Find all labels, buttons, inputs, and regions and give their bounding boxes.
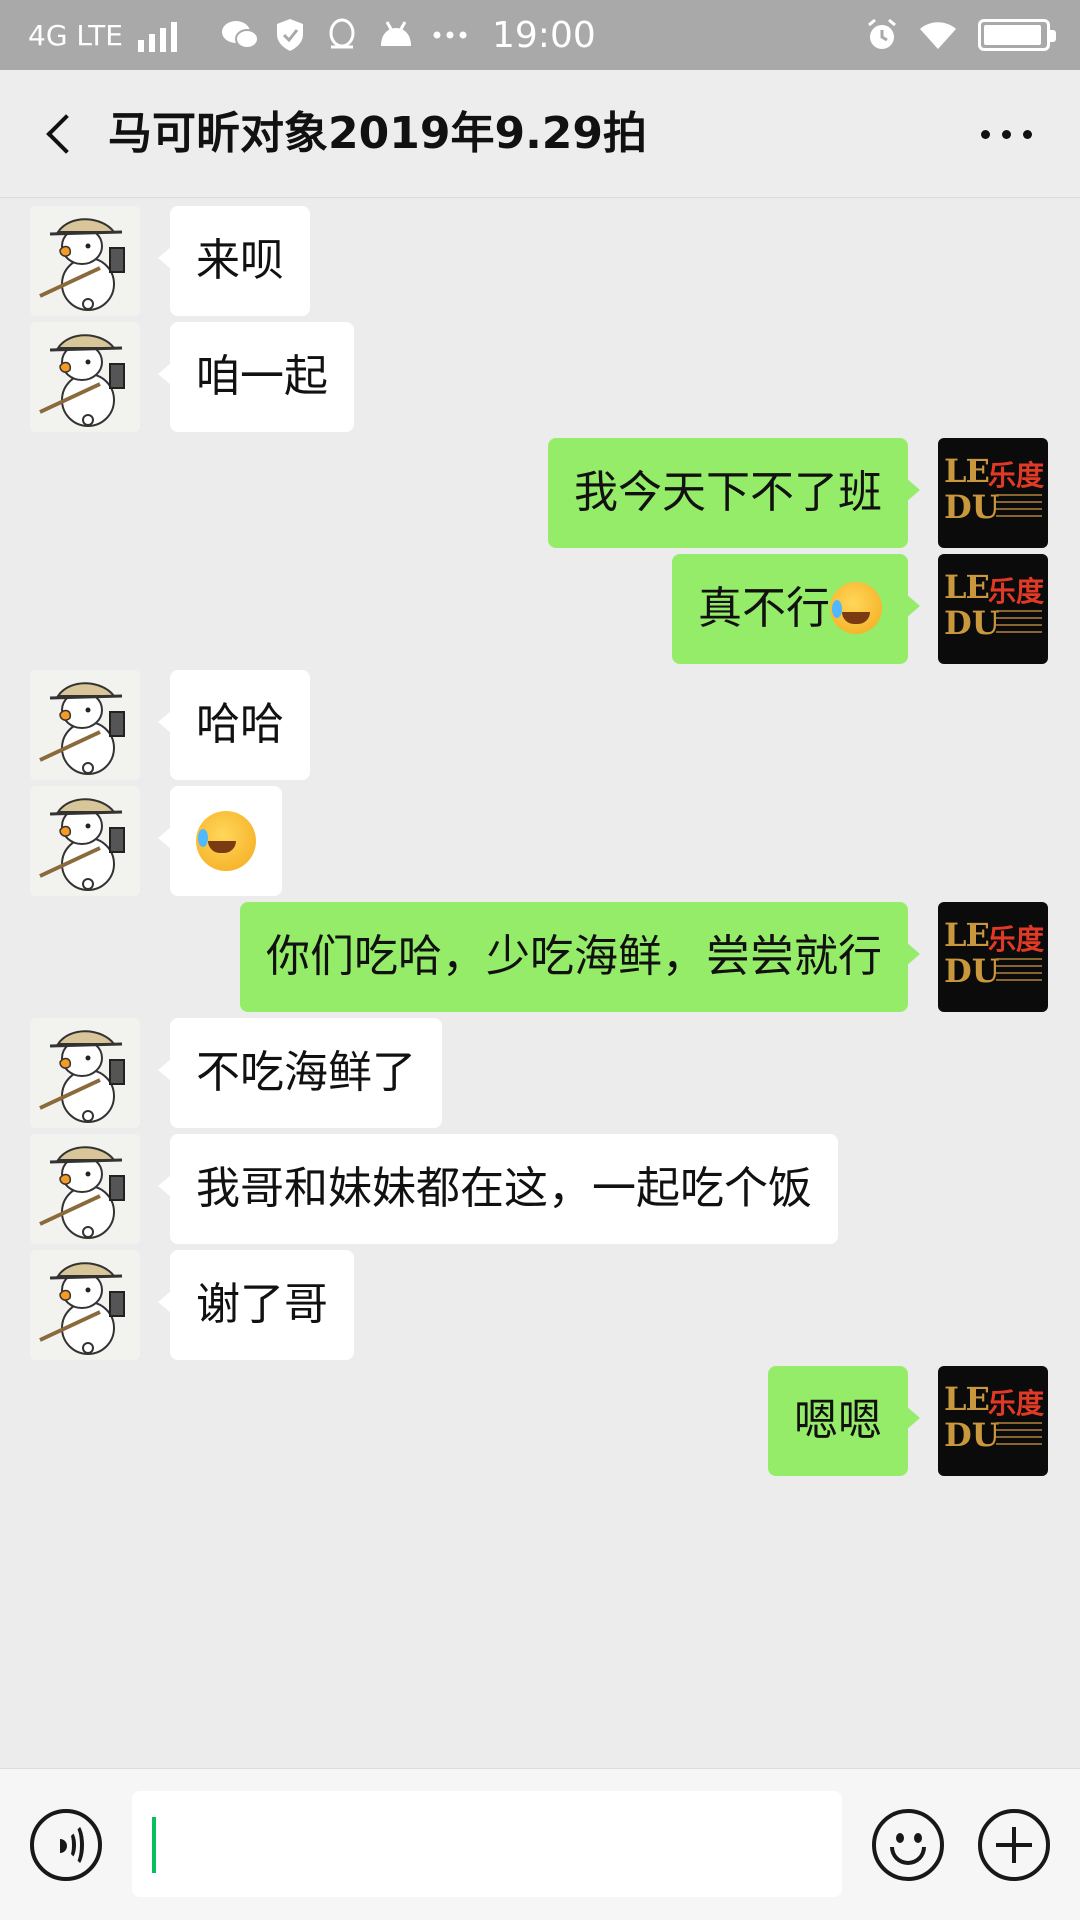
message-bubble[interactable]: 哈哈 bbox=[158, 670, 310, 780]
logo-subtext bbox=[996, 494, 1042, 520]
logo-text-du: DU bbox=[944, 952, 1000, 990]
smile-icon bbox=[896, 1833, 904, 1843]
incoming-message: 谢了哥 bbox=[0, 1250, 1080, 1360]
message-bubble[interactable]: 谢了哥 bbox=[158, 1250, 354, 1360]
outgoing-message: LE 乐度 DU 嗯嗯 bbox=[0, 1366, 1080, 1476]
battery-icon bbox=[978, 19, 1056, 51]
logo-subtext bbox=[996, 610, 1042, 636]
message-text: 哈哈 bbox=[196, 699, 284, 750]
message-bubble[interactable]: 我哥和妹妹都在这，一起吃个饭 bbox=[158, 1134, 838, 1244]
back-arrow-icon bbox=[46, 114, 86, 154]
wifi-icon bbox=[918, 0, 958, 70]
incoming-message: 哈哈 bbox=[0, 670, 1080, 780]
incoming-message: 咱一起 bbox=[0, 322, 1080, 432]
self-avatar[interactable]: LE 乐度 DU bbox=[938, 1366, 1048, 1476]
message-bubble[interactable]: 来呗 bbox=[158, 206, 310, 316]
incoming-message bbox=[0, 786, 1080, 896]
logo-text-du: DU bbox=[944, 488, 1000, 526]
input-bar bbox=[0, 1768, 1080, 1920]
self-avatar[interactable]: LE 乐度 DU bbox=[938, 438, 1048, 548]
logo-text-du: DU bbox=[944, 604, 1000, 642]
chat-title: 马可昕对象2019年9.29拍 bbox=[108, 108, 648, 159]
message-text: 嗯嗯 bbox=[794, 1395, 882, 1446]
wechat-icon bbox=[220, 0, 260, 70]
contact-avatar[interactable] bbox=[30, 206, 140, 316]
android-icon bbox=[376, 0, 416, 70]
signal-icon bbox=[138, 18, 177, 52]
clock-time: 19:00 bbox=[492, 14, 596, 56]
message-list[interactable]: 来呗咱一起 LE 乐度 DU 我今天下不了班 LE 乐度 DU 真不行哈哈 LE 乐度 DU 你们吃哈，… bbox=[0, 198, 1080, 1768]
contact-avatar[interactable] bbox=[30, 670, 140, 780]
contact-avatar[interactable] bbox=[30, 1134, 140, 1244]
chat-header: 马可昕对象2019年9.29拍 bbox=[0, 70, 1080, 198]
more-options-button[interactable] bbox=[966, 112, 1046, 156]
logo-text-le: LE bbox=[944, 916, 990, 954]
self-avatar[interactable]: LE 乐度 DU bbox=[938, 902, 1048, 1012]
logo-text-le: LE bbox=[944, 568, 990, 606]
message-text: 不吃海鲜了 bbox=[196, 1047, 416, 1098]
outgoing-message: LE 乐度 DU 我今天下不了班 bbox=[0, 438, 1080, 548]
status-bar: 4G LTE 19:00 bbox=[0, 0, 1080, 70]
voice-input-button[interactable] bbox=[30, 1809, 102, 1881]
more-functions-button[interactable] bbox=[978, 1809, 1050, 1881]
qq-icon bbox=[322, 0, 362, 70]
message-bubble[interactable]: 我今天下不了班 bbox=[548, 438, 920, 548]
message-text: 我哥和妹妹都在这，一起吃个饭 bbox=[196, 1163, 812, 1214]
message-text: 来呗 bbox=[196, 235, 284, 286]
message-text: 咱一起 bbox=[196, 351, 328, 402]
logo-text-du: DU bbox=[944, 1416, 1000, 1454]
message-bubble[interactable]: 真不行 bbox=[672, 554, 920, 664]
back-button[interactable] bbox=[30, 104, 90, 164]
incoming-message: 来呗 bbox=[0, 206, 1080, 316]
self-avatar[interactable]: LE 乐度 DU bbox=[938, 554, 1048, 664]
contact-avatar[interactable] bbox=[30, 786, 140, 896]
message-bubble[interactable]: 咱一起 bbox=[158, 322, 354, 432]
outgoing-message: LE 乐度 DU 你们吃哈，少吃海鲜，尝尝就行 bbox=[0, 902, 1080, 1012]
emoji-button[interactable] bbox=[872, 1809, 944, 1881]
laugh-cry-emoji bbox=[830, 582, 882, 634]
contact-avatar[interactable] bbox=[30, 1250, 140, 1360]
message-text: 我今天下不了班 bbox=[574, 467, 882, 518]
shield-icon bbox=[270, 0, 310, 70]
message-bubble[interactable]: 不吃海鲜了 bbox=[158, 1018, 442, 1128]
logo-subtext bbox=[996, 1422, 1042, 1448]
incoming-message: 我哥和妹妹都在这，一起吃个饭 bbox=[0, 1134, 1080, 1244]
logo-text-le: LE bbox=[944, 1380, 990, 1418]
text-cursor bbox=[152, 1817, 156, 1873]
alarm-icon bbox=[862, 0, 902, 70]
outgoing-message: LE 乐度 DU 真不行 bbox=[0, 554, 1080, 664]
message-text: 你们吃哈，少吃海鲜，尝尝就行 bbox=[266, 931, 882, 982]
message-input[interactable] bbox=[132, 1791, 842, 1897]
logo-subtext bbox=[996, 958, 1042, 984]
more-status-icon bbox=[430, 0, 470, 70]
message-bubble[interactable] bbox=[158, 786, 282, 896]
logo-text-le: LE bbox=[944, 452, 990, 490]
laugh-cry-emoji bbox=[196, 811, 256, 871]
message-text: 真不行 bbox=[698, 583, 830, 634]
network-label: 4G LTE bbox=[28, 18, 123, 52]
incoming-message: 不吃海鲜了 bbox=[0, 1018, 1080, 1128]
message-bubble[interactable]: 你们吃哈，少吃海鲜，尝尝就行 bbox=[240, 902, 920, 1012]
message-bubble[interactable]: 嗯嗯 bbox=[768, 1366, 920, 1476]
contact-avatar[interactable] bbox=[30, 1018, 140, 1128]
contact-avatar[interactable] bbox=[30, 322, 140, 432]
message-text: 谢了哥 bbox=[196, 1279, 328, 1330]
